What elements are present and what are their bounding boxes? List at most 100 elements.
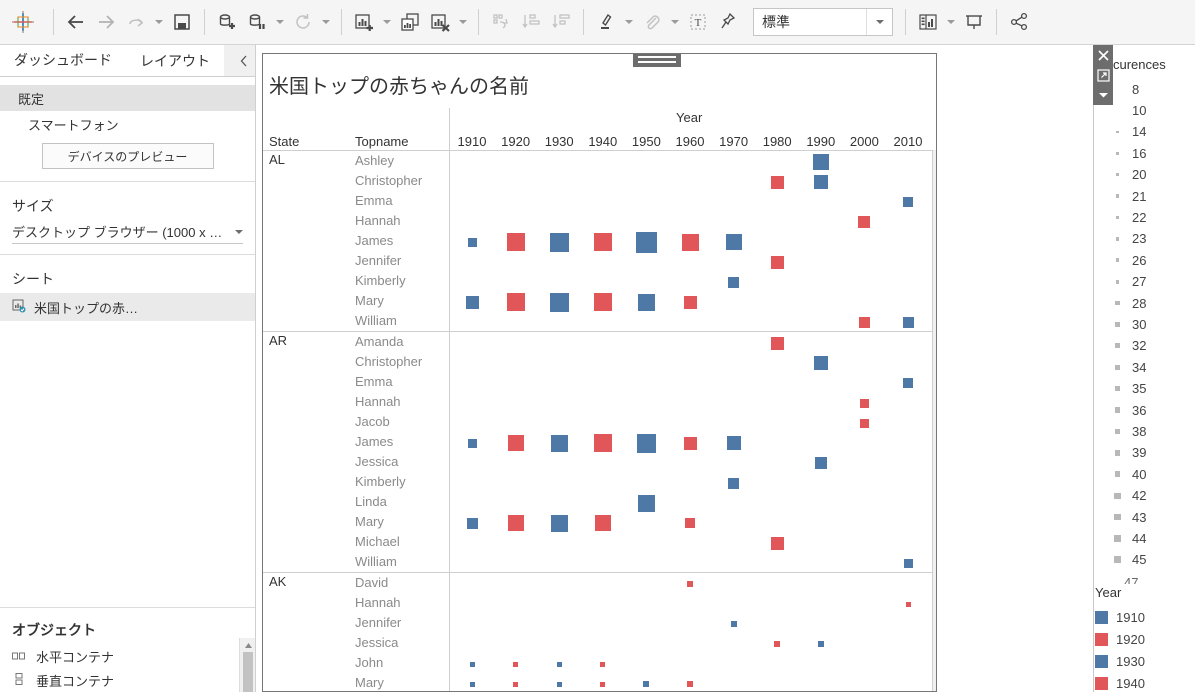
mark-square[interactable] (557, 662, 562, 667)
mark-square[interactable] (468, 439, 477, 448)
device-preview-button[interactable]: デバイスのプレビュー (42, 143, 214, 169)
legend-close-button[interactable] (1093, 45, 1113, 65)
size-legend-item[interactable]: 39 (1111, 443, 1146, 463)
device-layout-phone[interactable]: スマートフォン (0, 111, 255, 137)
mark-square[interactable] (727, 436, 741, 450)
size-legend-item[interactable]: 35 (1111, 379, 1146, 399)
mark-square[interactable] (507, 233, 525, 251)
mark-square[interactable] (814, 175, 828, 189)
mark-square[interactable] (903, 378, 913, 388)
mark-square[interactable] (643, 681, 649, 687)
mark-square[interactable] (507, 293, 525, 311)
mark-square[interactable] (814, 356, 828, 370)
mark-square[interactable] (467, 518, 478, 529)
fit-select[interactable]: 標準 (753, 8, 893, 36)
mark-square[interactable] (771, 256, 784, 269)
legend-more-button[interactable] (1093, 85, 1113, 105)
size-legend-item[interactable]: 34 (1111, 357, 1146, 377)
attach-dropdown[interactable] (667, 7, 683, 37)
color-legend-item[interactable]: 1930 (1095, 651, 1145, 671)
mark-square[interactable] (818, 641, 824, 647)
mark-square[interactable] (684, 437, 697, 450)
size-legend-item[interactable]: 10 (1111, 100, 1146, 120)
size-legend-item[interactable]: 32 (1111, 336, 1146, 356)
objects-scrollbar[interactable] (239, 638, 255, 692)
clear-sheet-button[interactable] (425, 7, 455, 37)
mark-square[interactable] (860, 399, 869, 408)
color-legend-item[interactable]: 1940 (1095, 673, 1145, 692)
mark-square[interactable] (728, 277, 739, 288)
save-button[interactable] (167, 7, 197, 37)
size-legend-item[interactable]: 16 (1111, 143, 1146, 163)
viz-vertical-scrollbar[interactable] (933, 150, 937, 692)
mark-square[interactable] (595, 515, 611, 531)
mark-square[interactable] (508, 435, 524, 451)
presentation-mode-button[interactable] (959, 7, 989, 37)
mark-square[interactable] (550, 233, 569, 252)
refresh-button[interactable] (288, 7, 318, 37)
mark-square[interactable] (513, 662, 518, 667)
mark-square[interactable] (731, 621, 737, 627)
show-me-dropdown[interactable] (943, 7, 959, 37)
size-legend-item[interactable]: 22 (1111, 207, 1146, 227)
size-legend-item[interactable]: 36 (1111, 400, 1146, 420)
legend-popout-button[interactable] (1093, 65, 1113, 85)
mark-square[interactable] (513, 682, 518, 687)
mark-square[interactable] (682, 234, 699, 251)
new-worksheet-dropdown[interactable] (379, 7, 395, 37)
forward-button[interactable] (91, 7, 121, 37)
size-select[interactable]: デスクトップ ブラウザー (1000 x … (12, 220, 243, 244)
drag-grip-icon[interactable] (633, 53, 681, 67)
object-horizontal-container[interactable]: 水平コンテナ (0, 644, 255, 668)
size-legend-item[interactable]: 8 (1111, 79, 1139, 99)
size-legend-item[interactable]: 28 (1111, 293, 1146, 313)
object-vertical-container[interactable]: 垂直コンテナ (0, 668, 255, 692)
back-button[interactable] (61, 7, 91, 37)
size-legend-item[interactable]: 30 (1111, 314, 1146, 334)
size-legend-item[interactable]: 40 (1111, 464, 1146, 484)
highlight-dropdown[interactable] (621, 7, 637, 37)
size-legend-item[interactable]: 42 (1111, 486, 1146, 506)
mark-square[interactable] (684, 296, 697, 309)
mark-square[interactable] (906, 602, 911, 607)
refresh-dropdown[interactable] (318, 7, 334, 37)
size-legend-item[interactable]: 23 (1111, 229, 1146, 249)
scroll-up-arrow-icon[interactable] (240, 638, 256, 652)
size-legend-item[interactable]: 20 (1111, 165, 1146, 185)
mark-square[interactable] (904, 559, 913, 568)
swap-rows-columns-button[interactable] (486, 7, 516, 37)
mark-square[interactable] (468, 238, 477, 247)
mark-square[interactable] (771, 176, 784, 189)
show-me-button[interactable] (913, 7, 943, 37)
size-legend-item[interactable]: 38 (1111, 421, 1146, 441)
device-layout-default[interactable]: 既定 (0, 85, 255, 111)
mark-square[interactable] (771, 337, 784, 350)
mark-square[interactable] (470, 682, 475, 687)
size-legend-item[interactable]: 21 (1111, 186, 1146, 206)
mark-square[interactable] (508, 515, 524, 531)
collapse-panel-button[interactable] (239, 45, 249, 77)
mark-square[interactable] (728, 478, 739, 489)
mark-square[interactable] (860, 419, 869, 428)
mark-square[interactable] (551, 515, 568, 532)
mark-square[interactable] (600, 662, 605, 667)
mark-square[interactable] (470, 662, 475, 667)
size-legend-item[interactable]: 14 (1111, 122, 1146, 142)
mark-square[interactable] (903, 197, 913, 207)
mark-square[interactable] (636, 232, 657, 253)
undo-redo-button[interactable] (121, 7, 151, 37)
mark-square[interactable] (774, 641, 780, 647)
clear-sheet-dropdown[interactable] (455, 7, 471, 37)
mark-square[interactable] (858, 216, 870, 228)
mark-square[interactable] (859, 317, 870, 328)
mark-square[interactable] (771, 537, 784, 550)
mark-square[interactable] (638, 495, 655, 512)
mark-square[interactable] (557, 682, 562, 687)
size-legend-item[interactable]: 43 (1111, 507, 1146, 527)
mark-square[interactable] (637, 434, 656, 453)
share-button[interactable] (1004, 7, 1034, 37)
mark-square[interactable] (594, 434, 612, 452)
highlight-button[interactable] (591, 7, 621, 37)
pause-auto-update-dropdown[interactable] (272, 7, 288, 37)
pause-auto-update-button[interactable] (242, 7, 272, 37)
